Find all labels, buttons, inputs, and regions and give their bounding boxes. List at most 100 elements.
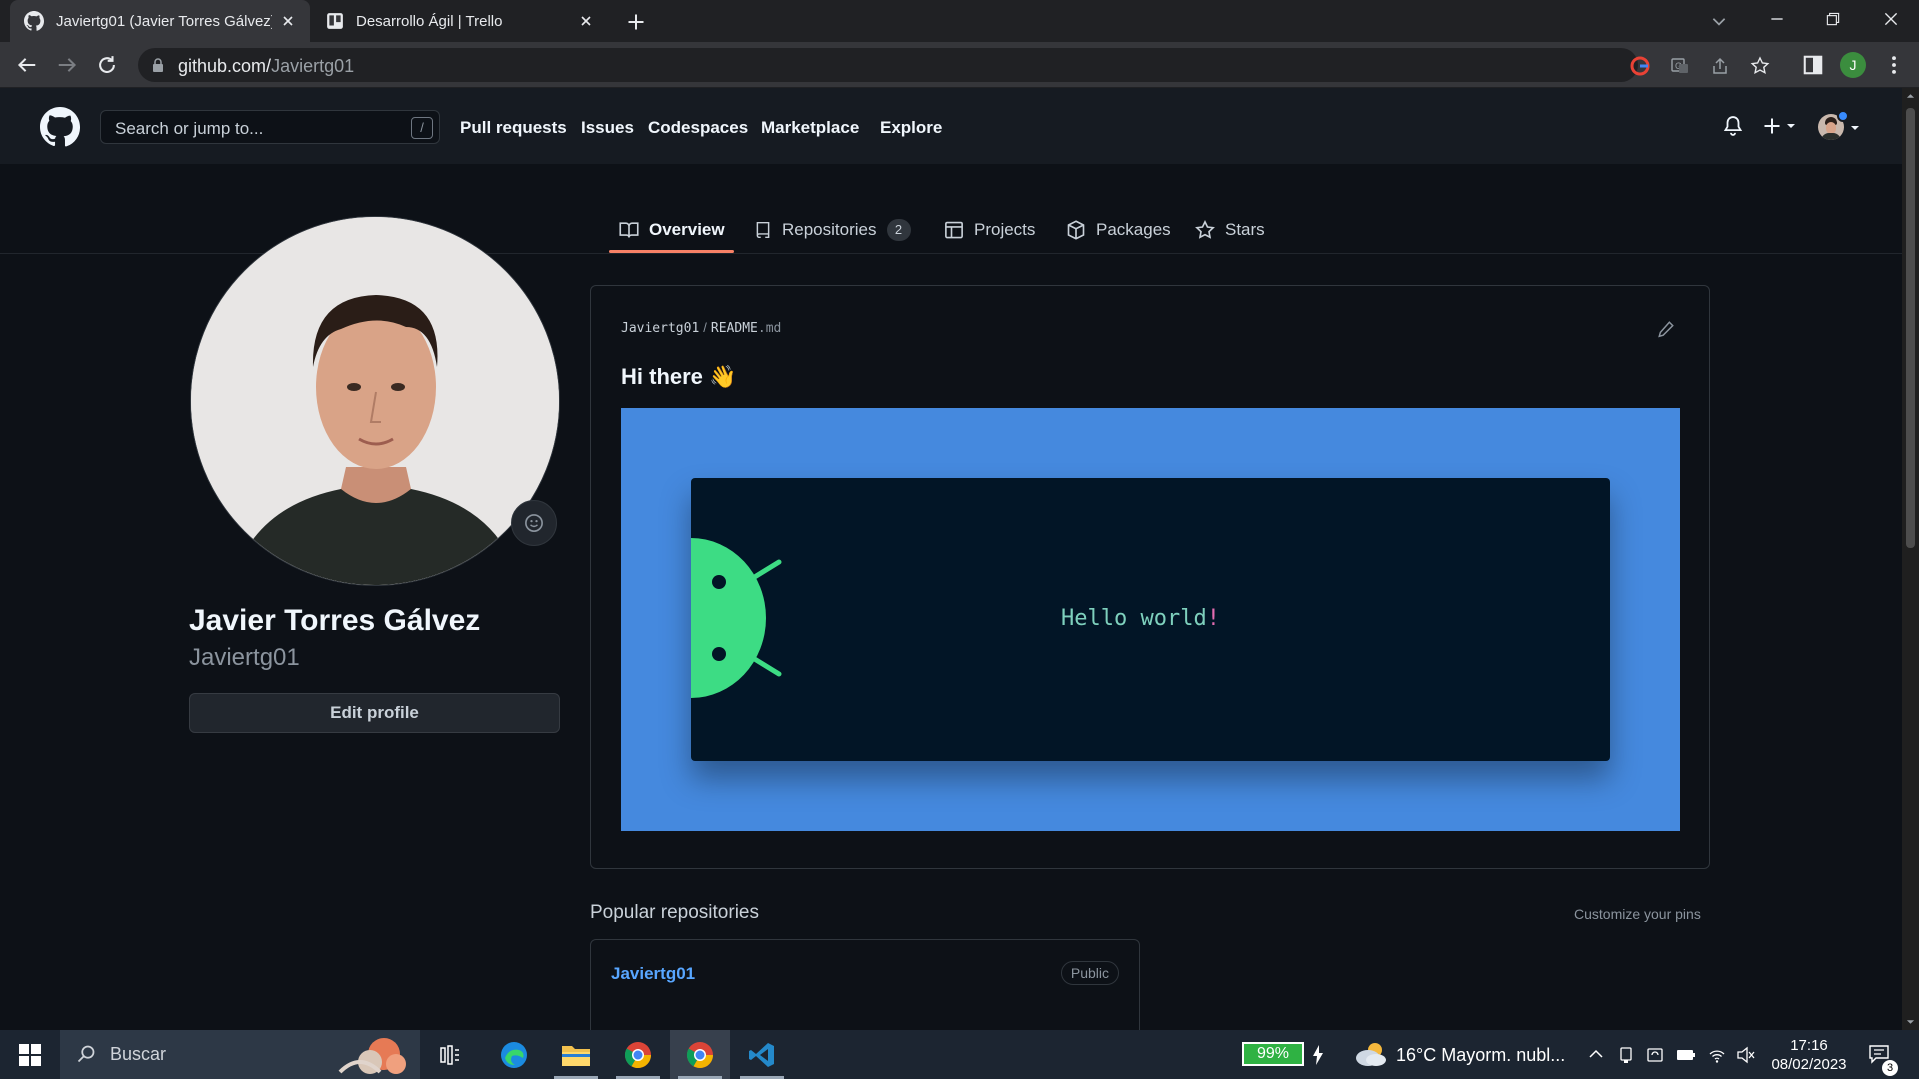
profile-username: Javiertg01 bbox=[189, 644, 300, 671]
device-icon[interactable] bbox=[1618, 1046, 1634, 1064]
reload-icon[interactable] bbox=[96, 54, 118, 76]
tab-label: Repositories bbox=[782, 220, 877, 239]
close-window-icon[interactable] bbox=[1882, 10, 1900, 28]
taskbar-clock[interactable]: 17:16 08/02/2023 bbox=[1764, 1036, 1854, 1074]
windows-taskbar: Buscar 99% 16°C Mayorm. nubl... 17:16 08… bbox=[0, 1030, 1919, 1079]
nav-marketplace[interactable]: Marketplace bbox=[761, 118, 859, 138]
scroll-up-arrow-icon[interactable] bbox=[1906, 92, 1915, 100]
table-icon bbox=[945, 221, 963, 239]
speaker-muted-icon[interactable] bbox=[1736, 1046, 1756, 1064]
share-icon[interactable] bbox=[1710, 56, 1730, 76]
battery-tray-icon[interactable] bbox=[1676, 1048, 1696, 1062]
tab-label: Overview bbox=[649, 220, 725, 239]
nav-explore[interactable]: Explore bbox=[880, 118, 942, 138]
search-shortcut-key: / bbox=[411, 117, 433, 139]
page-scrollbar[interactable] bbox=[1902, 88, 1919, 1030]
chrome-menu-icon[interactable] bbox=[1883, 54, 1905, 76]
lock-icon[interactable] bbox=[152, 58, 164, 72]
notification-count-badge: 3 bbox=[1882, 1060, 1898, 1076]
edit-profile-button[interactable]: Edit profile bbox=[189, 693, 560, 733]
bookmark-star-icon[interactable] bbox=[1750, 56, 1770, 76]
close-tab-icon[interactable] bbox=[280, 13, 296, 29]
browser-tab-trello[interactable]: Desarrollo Ágil | Trello bbox=[312, 0, 608, 42]
github-search-input[interactable]: Search or jump to... / bbox=[100, 110, 440, 144]
search-icon bbox=[77, 1045, 95, 1063]
chrome-icon bbox=[624, 1041, 652, 1068]
taskbar-chrome-1[interactable] bbox=[608, 1030, 668, 1079]
chrome-icon bbox=[686, 1041, 714, 1068]
battery-level[interactable]: 99% bbox=[1242, 1042, 1304, 1066]
android-head-icon bbox=[691, 538, 782, 698]
chevron-up-icon[interactable] bbox=[1588, 1048, 1604, 1060]
browser-tab-strip: Javiertg01 (Javier Torres Gálvez) Desarr… bbox=[0, 0, 1919, 42]
tab-search-icon[interactable] bbox=[1710, 12, 1728, 30]
plus-icon bbox=[1764, 118, 1780, 134]
google-lens-icon[interactable] bbox=[1630, 56, 1650, 76]
visibility-badge: Public bbox=[1060, 961, 1119, 985]
pencil-edit-icon[interactable] bbox=[1657, 320, 1675, 338]
tab-repositories[interactable]: Repositories 2 bbox=[754, 210, 911, 250]
search-highlight-illustration bbox=[338, 1038, 406, 1074]
charging-bolt-icon bbox=[1313, 1045, 1323, 1065]
readme-file-ext: .md bbox=[757, 321, 782, 336]
task-view-button[interactable] bbox=[420, 1030, 480, 1079]
restore-icon[interactable] bbox=[1824, 10, 1842, 28]
readme-banner-image: Hello world! bbox=[621, 408, 1680, 831]
taskbar-chrome-2[interactable] bbox=[670, 1030, 730, 1079]
github-logo-icon[interactable] bbox=[40, 107, 80, 147]
forward-icon[interactable] bbox=[56, 54, 78, 76]
repo-name-link[interactable]: Javiertg01 bbox=[611, 964, 695, 984]
tab-projects[interactable]: Projects bbox=[944, 210, 1035, 250]
taskbar-file-explorer[interactable] bbox=[546, 1030, 606, 1079]
tab-label: Projects bbox=[974, 220, 1036, 239]
new-tab-icon[interactable] bbox=[626, 12, 646, 32]
taskbar-vscode[interactable] bbox=[732, 1030, 792, 1079]
minimize-icon[interactable] bbox=[1768, 10, 1786, 28]
star-icon bbox=[1195, 220, 1215, 239]
nav-codespaces[interactable]: Codespaces bbox=[648, 118, 748, 138]
weather-cloud-icon[interactable] bbox=[1354, 1040, 1388, 1068]
popular-repos-heading: Popular repositories bbox=[590, 902, 759, 923]
task-view-icon bbox=[440, 1044, 459, 1065]
banner-terminal-panel: Hello world! bbox=[691, 478, 1610, 761]
profile-avatar[interactable] bbox=[190, 216, 560, 586]
sync-icon[interactable] bbox=[1646, 1046, 1664, 1064]
tab-label: Packages bbox=[1096, 220, 1171, 239]
side-panel-icon[interactable] bbox=[1802, 54, 1824, 76]
tab-overview[interactable]: Overview bbox=[619, 210, 725, 250]
clock-time: 17:16 bbox=[1790, 1037, 1828, 1054]
close-tab-icon[interactable] bbox=[578, 13, 594, 29]
nav-pull-requests[interactable]: Pull requests bbox=[460, 118, 567, 138]
create-new-dropdown[interactable] bbox=[1762, 114, 1802, 138]
taskbar-edge[interactable] bbox=[484, 1030, 544, 1079]
taskbar-search-placeholder: Buscar bbox=[110, 1044, 167, 1064]
address-bar[interactable]: github.com/Javiertg01 G bbox=[138, 48, 1770, 82]
folder-icon bbox=[562, 1045, 590, 1066]
scrollbar-thumb[interactable] bbox=[1906, 108, 1915, 548]
readme-file-name: README bbox=[710, 321, 758, 336]
back-icon[interactable] bbox=[16, 54, 38, 76]
nav-issues[interactable]: Issues bbox=[581, 118, 634, 138]
browser-tab-github[interactable]: Javiertg01 (Javier Torres Gálvez) bbox=[10, 0, 310, 42]
notifications-bell-icon[interactable] bbox=[1722, 115, 1744, 137]
taskbar-search-box[interactable]: Buscar bbox=[60, 1030, 420, 1079]
tab-packages[interactable]: Packages bbox=[1066, 210, 1171, 250]
caret-down-icon bbox=[1851, 126, 1859, 130]
tab-label: Stars bbox=[1225, 220, 1265, 239]
trello-favicon-icon bbox=[327, 13, 343, 29]
windows-start-icon[interactable] bbox=[19, 1044, 41, 1066]
set-status-button[interactable] bbox=[511, 500, 557, 546]
tab-stars[interactable]: Stars bbox=[1195, 210, 1265, 250]
tab-title: Desarrollo Ágil | Trello bbox=[356, 12, 503, 30]
readme-path: Javiertg01 /README.md bbox=[621, 320, 781, 336]
wifi-icon[interactable] bbox=[1708, 1046, 1726, 1064]
profile-photo bbox=[191, 217, 559, 585]
weather-text[interactable]: 16°C Mayorm. nubl... bbox=[1396, 1045, 1565, 1066]
chrome-profile-avatar[interactable]: J bbox=[1840, 52, 1866, 78]
user-menu-dropdown[interactable] bbox=[1818, 110, 1862, 142]
scroll-down-arrow-icon[interactable] bbox=[1906, 1018, 1915, 1026]
translate-icon[interactable]: G bbox=[1670, 56, 1690, 76]
customize-pins-link[interactable]: Customize your pins bbox=[1574, 906, 1701, 922]
readme-owner-link[interactable]: Javiertg01 bbox=[621, 321, 699, 336]
search-placeholder: Search or jump to... bbox=[115, 119, 264, 138]
